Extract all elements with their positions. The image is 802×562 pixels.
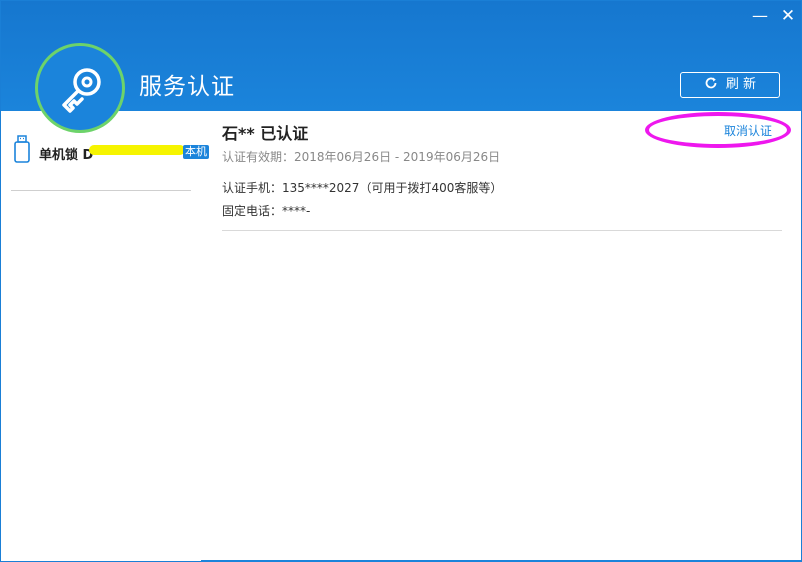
sidebar-item-lock[interactable]: 单机锁 D 本机 <box>7 134 209 170</box>
logo-badge <box>35 43 125 133</box>
local-device-badge: 本机 <box>183 145 209 159</box>
close-button[interactable]: ✕ <box>777 5 799 27</box>
redaction-mark <box>89 145 185 155</box>
cert-holder-status: 石** 已认证 <box>222 124 309 143</box>
refresh-icon <box>704 73 718 97</box>
service-auth-window: — ✕ 服务认证 刷 新 单机锁 D 本机 石** 已认证 取消认证 认证有效期… <box>0 0 802 562</box>
sidebar-item-label: 单机锁 D <box>39 148 94 163</box>
content-divider <box>222 230 782 231</box>
validity-period: 认证有效期：2018年06月26日 - 2019年06月26日 <box>222 150 501 164</box>
minimize-button[interactable]: — <box>749 5 771 27</box>
sidebar-divider <box>11 190 191 191</box>
refresh-button[interactable]: 刷 新 <box>680 72 780 98</box>
cancel-auth-link[interactable]: 取消认证 <box>724 122 772 139</box>
usb-key-icon <box>11 134 33 168</box>
sidebar: 单机锁 D 本机 <box>3 112 209 561</box>
key-icon <box>62 68 101 113</box>
refresh-label: 刷 新 <box>725 77 757 92</box>
auth-phone: 认证手机：135****2027（可用于拨打400客服等） <box>222 181 503 195</box>
page-title: 服务认证 <box>139 74 235 100</box>
landline-phone: 固定电话：****- <box>222 204 311 218</box>
